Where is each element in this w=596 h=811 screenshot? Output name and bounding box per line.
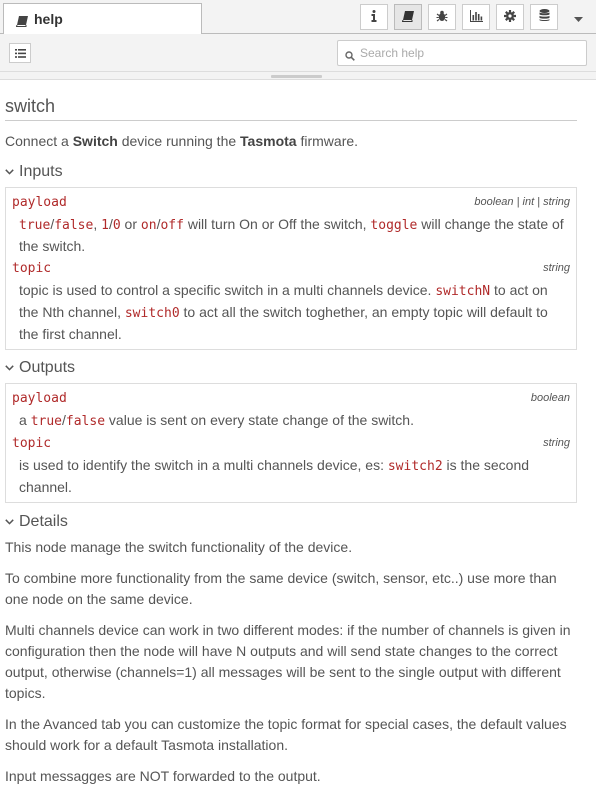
inputs-list: payload boolean | int | string true/fals… bbox=[5, 187, 577, 350]
intro-tasmota: Tasmota bbox=[240, 133, 297, 149]
inline-code: false bbox=[54, 218, 94, 233]
intro-text: Connect a Switch device running the Tasm… bbox=[5, 131, 577, 152]
details-paragraph: This node manage the switch functionalit… bbox=[5, 539, 353, 555]
outputs-list: payload boolean a true/false value is se… bbox=[5, 383, 577, 503]
input-prop: topic string topic is used to control a … bbox=[12, 258, 570, 345]
inline-code: 1 bbox=[101, 218, 109, 233]
details-paragraph: Multi channels device can work in two di… bbox=[5, 622, 571, 701]
prop-name: topic bbox=[12, 261, 52, 276]
inputs-heading[interactable]: Inputs bbox=[5, 161, 577, 183]
context-button[interactable] bbox=[530, 4, 558, 30]
prop-type: boolean bbox=[530, 392, 570, 404]
inline-code: false bbox=[65, 414, 106, 429]
prop-type: string bbox=[543, 437, 570, 449]
book-icon bbox=[15, 14, 29, 30]
tab-help-label: help bbox=[34, 11, 63, 27]
help-toolbar bbox=[0, 34, 596, 72]
inline-code: toggle bbox=[370, 218, 418, 233]
chevron-down-icon bbox=[5, 169, 19, 175]
help-button[interactable] bbox=[394, 4, 422, 30]
prop-desc: a true/false value is sent on every stat… bbox=[19, 412, 414, 429]
panel-splitter[interactable] bbox=[0, 72, 596, 80]
inline-code: switchN bbox=[435, 284, 491, 299]
page-title: switch bbox=[5, 95, 577, 121]
output-prop: topic string is used to identify the swi… bbox=[12, 433, 570, 498]
outputs-heading[interactable]: Outputs bbox=[5, 357, 577, 379]
info-icon bbox=[371, 9, 377, 25]
inline-code: on bbox=[140, 218, 157, 233]
chevron-down-icon bbox=[5, 519, 19, 525]
splitter-grip[interactable] bbox=[271, 75, 322, 78]
inline-code: true bbox=[19, 218, 51, 233]
details-paragraph: Input messagges are NOT forwarded to the… bbox=[5, 768, 321, 784]
dashboard-button[interactable] bbox=[462, 4, 490, 30]
bug-icon bbox=[436, 9, 448, 25]
prop-desc: topic is used to control a specific swit… bbox=[19, 282, 548, 342]
help-content: switch Connect a Switch device running t… bbox=[5, 80, 577, 797]
prop-desc: true/false, 1/0 or on/off will turn On o… bbox=[19, 216, 564, 254]
details-heading[interactable]: Details bbox=[5, 511, 577, 533]
input-prop: payload boolean | int | string true/fals… bbox=[12, 192, 570, 257]
tab-help[interactable]: help bbox=[3, 3, 202, 34]
prop-name: payload bbox=[12, 391, 67, 406]
caret-down-icon bbox=[573, 9, 583, 25]
prop-type: boolean | int | string bbox=[474, 196, 570, 208]
list-icon bbox=[14, 45, 26, 61]
prop-desc: is used to identify the switch in a mult… bbox=[19, 457, 530, 495]
sidebar-tab-bar: help bbox=[0, 0, 596, 34]
inline-code: 0 bbox=[112, 218, 121, 233]
details-section: This node manage the switch functionalit… bbox=[5, 537, 577, 787]
config-button[interactable] bbox=[496, 4, 524, 30]
toc-toggle-button[interactable] bbox=[9, 43, 31, 63]
gear-icon bbox=[504, 9, 516, 25]
search-box[interactable] bbox=[337, 40, 587, 66]
inputs-heading-label: Inputs bbox=[19, 163, 63, 180]
debug-button[interactable] bbox=[428, 4, 456, 30]
intro-switch: Switch bbox=[72, 133, 118, 149]
bar-chart-icon bbox=[469, 9, 483, 25]
book-icon bbox=[401, 9, 415, 25]
details-paragraph: To combine more functionality from the s… bbox=[5, 570, 557, 607]
inline-code: true bbox=[30, 414, 62, 429]
search-icon bbox=[345, 48, 355, 64]
info-button[interactable] bbox=[360, 4, 388, 30]
outputs-heading-label: Outputs bbox=[19, 359, 76, 376]
intro-before: Connect a bbox=[5, 133, 73, 149]
details-heading-label: Details bbox=[19, 513, 68, 530]
output-prop: payload boolean a true/false value is se… bbox=[12, 388, 570, 432]
database-icon bbox=[539, 9, 550, 25]
inline-code: switch0 bbox=[124, 306, 180, 321]
search-input[interactable] bbox=[360, 43, 580, 63]
details-paragraph: In the Avanced tab you can customize the… bbox=[5, 716, 567, 753]
inline-code: switch2 bbox=[387, 459, 443, 474]
prop-type: string bbox=[543, 262, 570, 274]
prop-name: topic bbox=[12, 436, 52, 451]
intro-middle: device running the bbox=[117, 133, 241, 149]
chevron-down-icon bbox=[5, 365, 19, 371]
sidebar-menu-button[interactable] bbox=[566, 4, 590, 30]
intro-after: firmware. bbox=[296, 133, 359, 149]
inline-code: off bbox=[160, 218, 184, 233]
